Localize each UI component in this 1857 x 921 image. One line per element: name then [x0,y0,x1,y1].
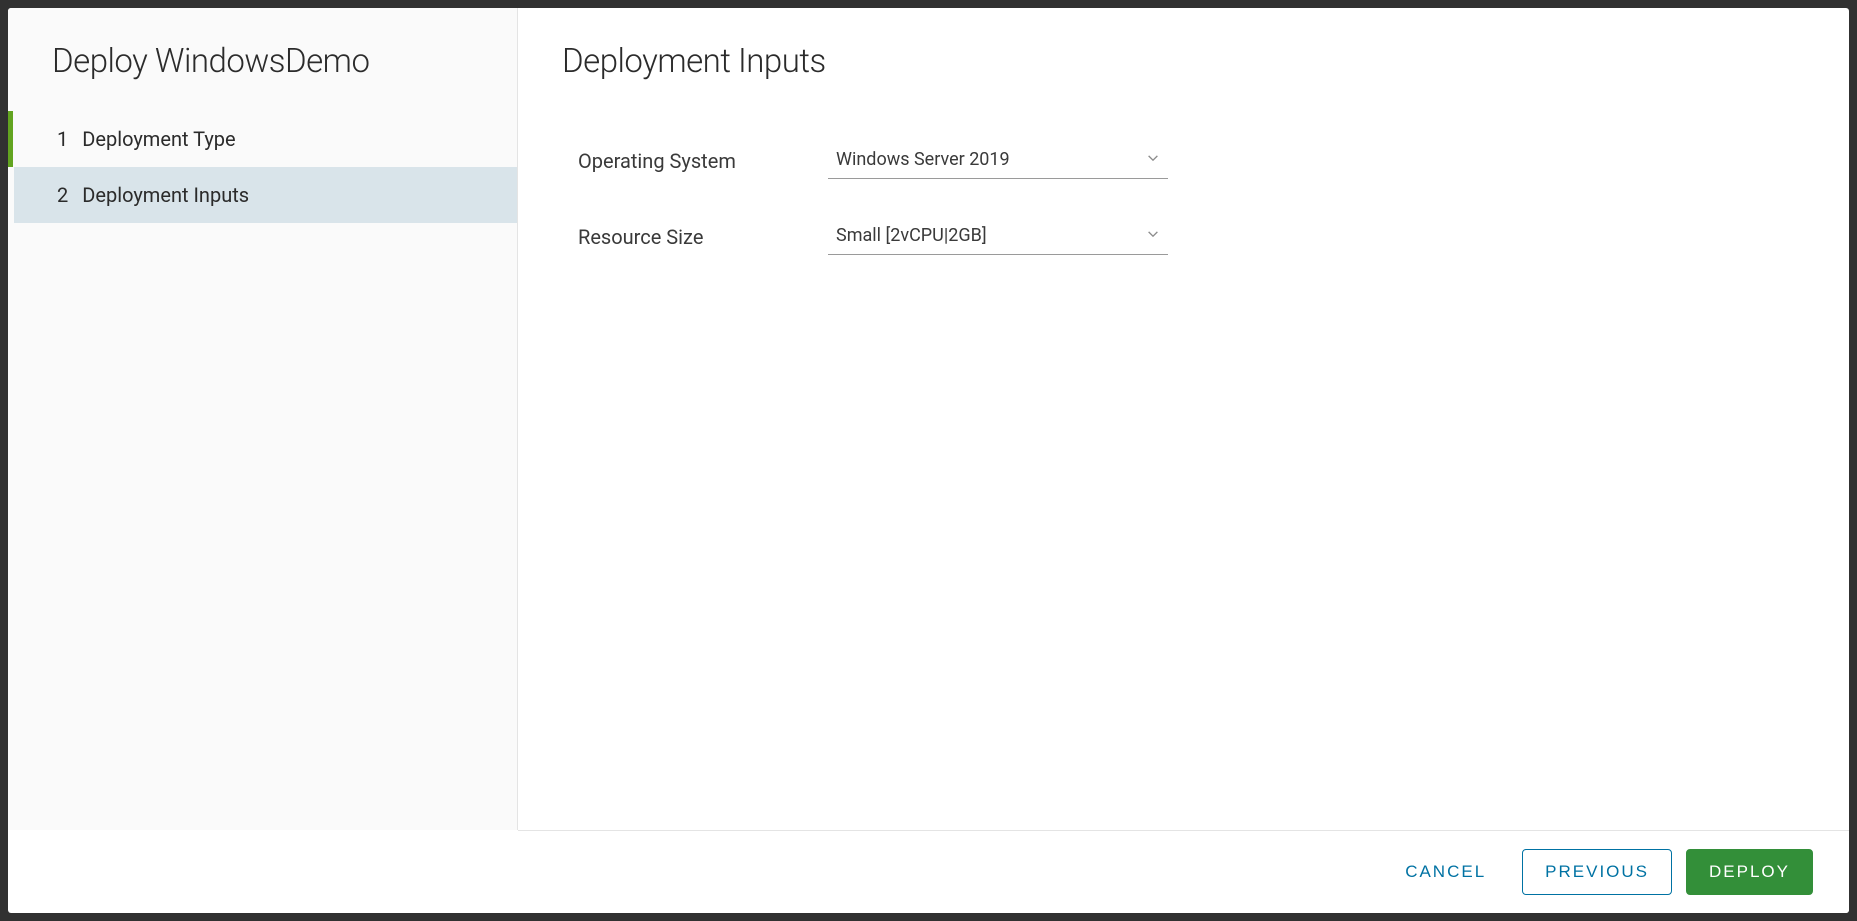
size-select-value: Small [2vCPU|2GB] [828,219,1168,255]
wizard-sidebar: Deploy WindowsDemo 1 Deployment Type 2 D… [8,8,518,830]
deploy-wizard-modal: Deploy WindowsDemo 1 Deployment Type 2 D… [8,8,1849,913]
wizard-steps: 1 Deployment Type 2 Deployment Inputs [8,111,517,223]
step-deployment-type[interactable]: 1 Deployment Type [8,111,517,167]
wizard-title: Deploy WindowsDemo [8,42,517,111]
cancel-button[interactable]: CANCEL [1383,850,1508,894]
wizard-content: Deployment Inputs Operating System Windo… [518,8,1849,830]
content-title: Deployment Inputs [562,42,1849,81]
os-label: Operating System [578,149,828,173]
form-row-os: Operating System Windows Server 2019 [562,143,1849,179]
wizard-footer: CANCEL PREVIOUS DEPLOY [518,830,1849,913]
deploy-button[interactable]: DEPLOY [1686,849,1813,895]
step-deployment-inputs[interactable]: 2 Deployment Inputs [14,167,517,223]
size-select[interactable]: Small [2vCPU|2GB] [828,219,1168,255]
os-select-value: Windows Server 2019 [828,143,1168,179]
step-label: Deployment Type [82,127,235,151]
form-row-size: Resource Size Small [2vCPU|2GB] [562,219,1849,255]
os-select[interactable]: Windows Server 2019 [828,143,1168,179]
step-number: 2 [57,183,68,207]
modal-body: Deploy WindowsDemo 1 Deployment Type 2 D… [8,8,1849,830]
step-number: 1 [57,127,68,151]
size-label: Resource Size [578,225,828,249]
previous-button[interactable]: PREVIOUS [1522,849,1672,895]
step-label: Deployment Inputs [82,183,249,207]
